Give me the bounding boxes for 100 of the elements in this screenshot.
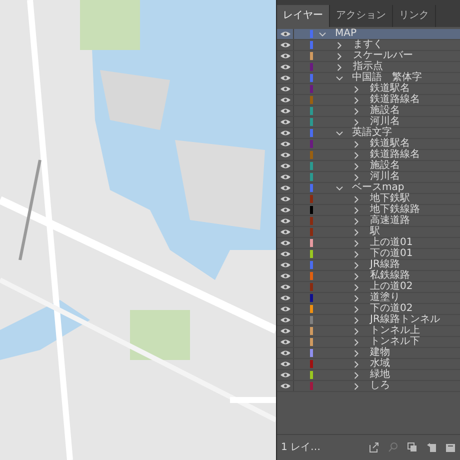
chevron-right-icon[interactable] xyxy=(354,262,359,268)
eye-icon[interactable] xyxy=(280,64,290,70)
eye-icon[interactable] xyxy=(280,372,290,378)
layer-row[interactable]: 駅 xyxy=(277,227,460,238)
chevron-right-icon[interactable] xyxy=(354,316,359,324)
eye-icon[interactable] xyxy=(280,207,290,213)
move-icon[interactable] xyxy=(426,442,437,453)
layer-row[interactable]: 下の道02 xyxy=(277,304,460,315)
layer-row[interactable]: ベースmap xyxy=(277,183,460,194)
layer-row[interactable]: 施設名 xyxy=(277,106,460,117)
chevron-right-icon[interactable] xyxy=(354,86,359,92)
chevron-right-icon[interactable] xyxy=(354,306,359,312)
chevron-right-icon[interactable] xyxy=(354,206,359,214)
chevron-right-icon[interactable] xyxy=(354,338,359,346)
layer-row[interactable]: 緑地 xyxy=(277,370,460,381)
layer-row[interactable]: MAP xyxy=(277,29,460,40)
page-icon[interactable] xyxy=(445,442,456,453)
layer-row[interactable]: 上の道01 xyxy=(277,238,460,249)
eye-icon[interactable] xyxy=(280,317,290,323)
eye-icon[interactable] xyxy=(280,97,290,103)
layer-row[interactable]: 私鉄線路 xyxy=(277,271,460,282)
eye-icon[interactable] xyxy=(280,196,290,202)
layer-row[interactable]: スケールバー xyxy=(277,51,460,62)
layer-row[interactable]: 施設名 xyxy=(277,161,460,172)
eye-icon[interactable] xyxy=(280,339,290,345)
eye-icon[interactable] xyxy=(280,152,290,158)
eye-icon[interactable] xyxy=(280,328,290,334)
stack-icon[interactable] xyxy=(407,442,418,453)
eye-icon[interactable] xyxy=(280,273,290,279)
layer-row[interactable]: 地下鉄駅 xyxy=(277,194,460,205)
layer-row[interactable]: 河川名 xyxy=(277,117,460,128)
chevron-right-icon[interactable] xyxy=(354,272,359,280)
layer-row[interactable]: 道塗り xyxy=(277,293,460,304)
layer-row[interactable]: 建物 xyxy=(277,348,460,359)
chevron-down-icon[interactable] xyxy=(336,130,343,136)
eye-icon[interactable] xyxy=(280,295,290,301)
layer-row[interactable]: JR線路トンネル xyxy=(277,315,460,326)
eye-icon[interactable] xyxy=(280,262,290,268)
chevron-right-icon[interactable] xyxy=(354,328,359,334)
chevron-right-icon[interactable] xyxy=(354,294,359,302)
chevron-right-icon[interactable] xyxy=(354,350,359,356)
chevron-right-icon[interactable] xyxy=(354,196,359,202)
layer-row[interactable]: 河川名 xyxy=(277,172,460,183)
chevron-right-icon[interactable] xyxy=(354,162,359,170)
eye-icon[interactable] xyxy=(280,86,290,92)
layer-row[interactable]: 高速道路 xyxy=(277,216,460,227)
layer-row[interactable]: 地下鉄線路 xyxy=(277,205,460,216)
eye-icon[interactable] xyxy=(280,108,290,114)
chevron-right-icon[interactable] xyxy=(354,284,359,290)
eye-icon[interactable] xyxy=(280,141,290,147)
chevron-right-icon[interactable] xyxy=(337,42,342,48)
chevron-right-icon[interactable] xyxy=(354,360,359,368)
chevron-right-icon[interactable] xyxy=(354,96,359,104)
layer-row[interactable]: 鉄道路線名 xyxy=(277,150,460,161)
chevron-right-icon[interactable] xyxy=(354,108,359,114)
chevron-right-icon[interactable] xyxy=(337,64,342,70)
chevron-right-icon[interactable] xyxy=(354,118,359,126)
eye-icon[interactable] xyxy=(280,383,290,389)
layer-row[interactable]: 上の道02 xyxy=(277,282,460,293)
eye-icon[interactable] xyxy=(280,218,290,224)
chevron-right-icon[interactable] xyxy=(354,382,359,390)
layer-row[interactable]: ますく xyxy=(277,40,460,51)
eye-icon[interactable] xyxy=(280,130,290,136)
eye-icon[interactable] xyxy=(280,31,290,37)
layer-row[interactable]: トンネル上 xyxy=(277,326,460,337)
chevron-right-icon[interactable] xyxy=(354,372,359,378)
eye-icon[interactable] xyxy=(280,42,290,48)
chevron-right-icon[interactable] xyxy=(354,250,359,258)
chevron-down-icon[interactable] xyxy=(336,186,343,190)
eye-icon[interactable] xyxy=(280,361,290,367)
chevron-right-icon[interactable] xyxy=(354,228,359,236)
panel-tab[interactable]: リンク xyxy=(393,5,436,27)
eye-icon[interactable] xyxy=(280,251,290,257)
layer-row[interactable]: 下の道01 xyxy=(277,249,460,260)
layer-row[interactable]: しろ xyxy=(277,381,460,392)
chevron-right-icon[interactable] xyxy=(354,240,359,246)
eye-icon[interactable] xyxy=(280,306,290,312)
chevron-down-icon[interactable] xyxy=(336,76,343,80)
export-icon[interactable] xyxy=(369,442,380,453)
chevron-right-icon[interactable] xyxy=(354,152,359,158)
eye-icon[interactable] xyxy=(280,75,290,81)
chevron-right-icon[interactable] xyxy=(354,218,359,224)
panel-tab[interactable]: レイヤー xyxy=(277,5,330,27)
layer-row[interactable]: 中国語 繁体字 xyxy=(277,73,460,84)
eye-icon[interactable] xyxy=(280,185,290,191)
eye-icon[interactable] xyxy=(280,163,290,169)
chevron-right-icon[interactable] xyxy=(354,140,359,148)
layer-row[interactable]: トンネル下 xyxy=(277,337,460,348)
layer-row[interactable]: 鉄道駅名 xyxy=(277,139,460,150)
chevron-right-icon[interactable] xyxy=(354,174,359,180)
layer-row[interactable]: JR線路 xyxy=(277,260,460,271)
layer-row[interactable]: 鉄道路線名 xyxy=(277,95,460,106)
layer-row[interactable]: 鉄道駅名 xyxy=(277,84,460,95)
eye-icon[interactable] xyxy=(280,174,290,180)
layer-row[interactable]: 指示点 xyxy=(277,62,460,73)
layer-row[interactable]: 水域 xyxy=(277,359,460,370)
chevron-down-icon[interactable] xyxy=(319,32,326,36)
eye-icon[interactable] xyxy=(280,240,290,246)
panel-tab[interactable]: アクション xyxy=(330,5,393,27)
eye-icon[interactable] xyxy=(280,350,290,356)
